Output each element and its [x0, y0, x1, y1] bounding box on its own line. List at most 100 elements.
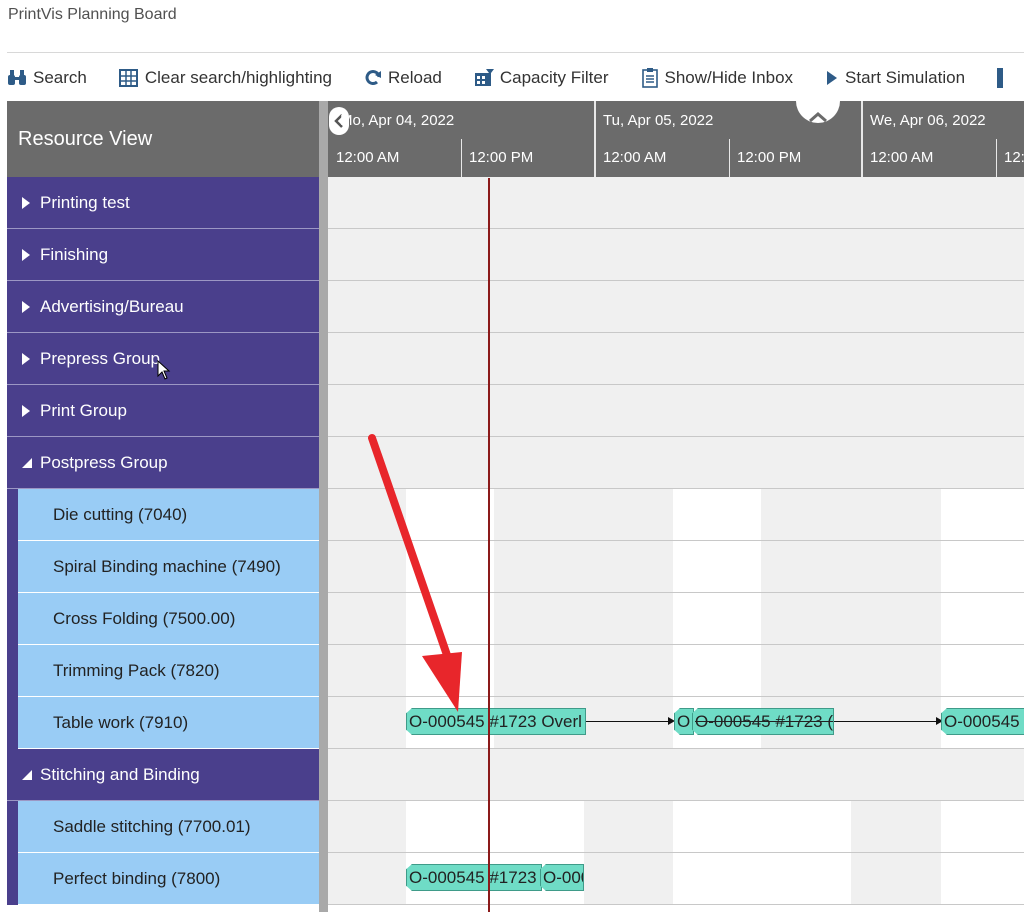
timeline-header: Mo, Apr 04, 2022 Tu, Apr 05, 2022 We, Ap… [328, 101, 1024, 177]
hour-label: 12:00 PM [737, 149, 802, 166]
group-row: Postpress Group [7, 437, 1024, 489]
group-row: Finishing [7, 229, 1024, 281]
search-button[interactable]: Search [7, 68, 87, 88]
group-label: Postpress Group [40, 452, 168, 472]
resource-indent: Die cutting (7040) [7, 489, 319, 541]
day-divider [861, 101, 863, 177]
working-hours-block [941, 853, 1024, 904]
working-hours-block [941, 593, 1024, 644]
group-row: Stitching and Binding [7, 749, 1024, 801]
show-hide-inbox-label: Show/Hide Inbox [664, 68, 794, 87]
resource-indent: Spiral Binding machine (7490) [7, 541, 319, 593]
reload-icon [365, 70, 381, 85]
timeline-lane[interactable] [328, 801, 1024, 853]
group-postpress[interactable]: Postpress Group [7, 437, 319, 489]
job-task-bar[interactable]: O-000545 #1723 ( [692, 708, 834, 735]
dependency-arrow-icon [668, 717, 675, 725]
hour-divider [461, 139, 462, 177]
resource-row: Table work (7910) O-000545 #1723 Overl O… [7, 697, 1024, 749]
collapse-header-button[interactable] [796, 101, 840, 123]
expand-icon [22, 352, 33, 365]
group-label: Printing test [40, 192, 130, 212]
resource-die-cutting[interactable]: Die cutting (7040) [18, 489, 319, 541]
expand-icon [22, 404, 33, 417]
task-label: O-000545 #1723 ( [695, 712, 833, 731]
group-label: Finishing [40, 244, 109, 264]
planning-board: Resource View Mo, Apr 04, 2022 Tu, Apr 0… [7, 101, 1024, 912]
resource-table-work[interactable]: Table work (7910) [18, 697, 319, 749]
working-hours-block [406, 801, 584, 852]
working-hours-block [673, 489, 761, 540]
group-row: Printing test [7, 177, 1024, 229]
job-task-bar[interactable]: O-000545 [941, 708, 1024, 735]
title-divider [7, 52, 1024, 53]
group-label: Advertising/Bureau [40, 296, 184, 316]
resource-saddle-stitching[interactable]: Saddle stitching (7700.01) [18, 801, 319, 853]
group-print[interactable]: Print Group [7, 385, 319, 437]
task-label: O-000545 [944, 712, 1020, 731]
job-task-bar[interactable]: O [674, 708, 694, 735]
day-divider [594, 101, 596, 177]
resource-row: Spiral Binding machine (7490) [7, 541, 1024, 593]
timeline-lane[interactable] [328, 281, 1024, 333]
resource-trimming-pack[interactable]: Trimming Pack (7820) [18, 645, 319, 697]
resource-perfect-binding[interactable]: Perfect binding (7800) [18, 853, 319, 905]
timeline-lane[interactable] [328, 749, 1024, 801]
dependency-line [586, 721, 670, 722]
search-label: Search [33, 68, 87, 87]
working-hours-block [673, 593, 761, 644]
resource-row: Die cutting (7040) [7, 489, 1024, 541]
day-label: Mo, Apr 04, 2022 [340, 112, 455, 129]
reload-button[interactable]: Reload [364, 68, 442, 88]
job-task-bar[interactable]: O-000545 #1723 [406, 864, 542, 891]
group-row: Print Group [7, 385, 1024, 437]
task-label: O-000545 #1723 [409, 868, 537, 887]
mouse-pointer-icon [157, 360, 171, 380]
expand-icon [22, 248, 33, 261]
timeline-lane[interactable] [328, 229, 1024, 281]
group-finishing[interactable]: Finishing [7, 229, 319, 281]
group-row: Advertising/Bureau [7, 281, 1024, 333]
group-advertising-bureau[interactable]: Advertising/Bureau [7, 281, 319, 333]
resource-row: Perfect binding (7800) O-000545 #1723 O-… [7, 853, 1024, 905]
working-hours-block [673, 541, 761, 592]
resource-indent: Perfect binding (7800) [7, 853, 319, 905]
app-title: PrintVis Planning Board [8, 6, 177, 23]
group-label: Print Group [40, 400, 127, 420]
group-printing-test[interactable]: Printing test [7, 177, 319, 229]
timeline-lane[interactable]: O-000545 #1723 O-000 [328, 853, 1024, 905]
hour-label: 12:00 PM [469, 149, 534, 166]
show-hide-inbox-button[interactable]: Show/Hide Inbox [641, 68, 794, 88]
resource-indent: Table work (7910) [7, 697, 319, 749]
resource-row: Trimming Pack (7820) [7, 645, 1024, 697]
timeline-lane[interactable] [328, 177, 1024, 229]
group-stitching-binding[interactable]: Stitching and Binding [7, 749, 319, 801]
job-task-bar[interactable]: O-000 [540, 864, 584, 891]
collapse-icon [22, 769, 33, 780]
resource-indent: Cross Folding (7500.00) [7, 593, 319, 645]
collapse-icon [22, 457, 33, 468]
capacity-filter-button[interactable]: Capacity Filter [474, 68, 609, 88]
start-simulation-button[interactable]: Start Simulation [825, 68, 965, 88]
reload-label: Reload [387, 68, 442, 87]
dependency-line [834, 721, 938, 722]
annotation-arrow-icon [368, 434, 462, 712]
capacity-filter-icon [474, 69, 494, 86]
working-hours-block [941, 489, 1024, 540]
current-time-line [488, 178, 490, 912]
resource-row: Cross Folding (7500.00) [7, 593, 1024, 645]
working-hours-block [673, 853, 851, 904]
toolbar-overflow-icon[interactable] [997, 68, 1004, 88]
resource-cross-folding[interactable]: Cross Folding (7500.00) [18, 593, 319, 645]
hour-label: 12:00 AM [870, 149, 934, 166]
expand-icon [22, 300, 33, 313]
working-hours-block [941, 541, 1024, 592]
resource-indent: Trimming Pack (7820) [7, 645, 319, 697]
hour-label: 12:00 AM [336, 149, 400, 166]
expand-icon [22, 196, 33, 209]
day-label: We, Apr 06, 2022 [870, 112, 986, 129]
clear-search-button[interactable]: Clear search/highlighting [118, 68, 332, 88]
timeline-lane[interactable] [328, 333, 1024, 385]
resource-spiral-binding[interactable]: Spiral Binding machine (7490) [18, 541, 319, 593]
hour-label: 12:00 AM [603, 149, 667, 166]
